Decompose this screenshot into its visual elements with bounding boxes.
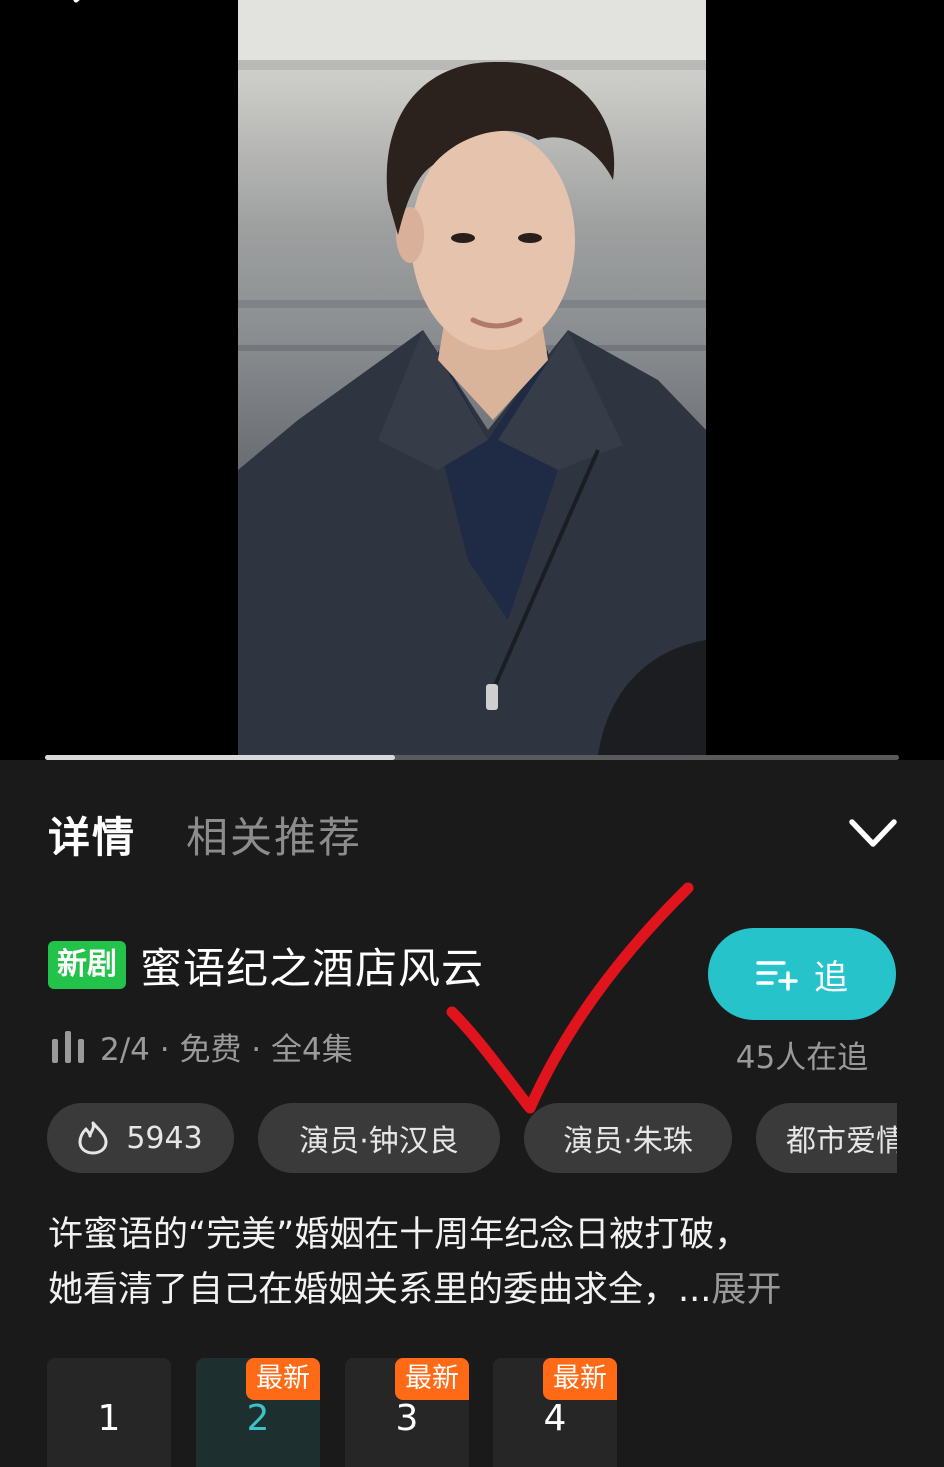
follow-button-label: 追: [814, 957, 848, 998]
video-still-image: [238, 0, 706, 755]
latest-badge: 最新: [395, 1358, 469, 1400]
actor-chip-label: 演员·朱珠: [563, 1124, 693, 1159]
description-line-2-text: 她看清了自己在婚姻关系里的委曲求全，...: [48, 1270, 712, 1310]
episode-button-current[interactable]: 最新 2: [196, 1358, 320, 1467]
show-meta: 2/4 · 免费 · 全4集: [50, 1024, 353, 1068]
episode-number: 3: [395, 1397, 419, 1439]
tab-details[interactable]: 详情: [48, 804, 136, 865]
bar-chart-icon: [52, 1031, 84, 1063]
episode-number: 4: [543, 1397, 567, 1439]
back-arrow-icon[interactable]: [62, 0, 102, 26]
flame-icon: [78, 1121, 108, 1155]
expand-link[interactable]: 展开: [711, 1270, 781, 1310]
episode-button[interactable]: 最新 4: [493, 1358, 617, 1467]
tag-chips: 5943 演员·钟汉良 演员·朱珠 都市爱情: [47, 1103, 897, 1175]
actor-chip-zhong-hanliang[interactable]: 演员·钟汉良: [258, 1103, 500, 1173]
follow-button[interactable]: 追: [708, 928, 896, 1020]
genre-chip[interactable]: 都市爱情: [756, 1103, 897, 1173]
genre-chip-label: 都市爱情: [786, 1124, 897, 1159]
add-to-list-icon: [756, 961, 798, 991]
follow-count: 45人在追: [735, 1040, 869, 1076]
description-line-1: 许蜜语的“完美”婚姻在十周年纪念日被打破，: [48, 1215, 750, 1255]
episode-number: 1: [97, 1397, 121, 1439]
video-player[interactable]: [0, 0, 944, 760]
actor-chip-zhu-zhu[interactable]: 演员·朱珠: [524, 1103, 732, 1173]
episode-number: 2: [246, 1397, 270, 1439]
latest-badge: 最新: [246, 1358, 320, 1400]
show-meta-text: 2/4 · 免费 · 全4集: [100, 1031, 353, 1068]
chevron-down-icon[interactable]: [846, 814, 900, 854]
episode-button[interactable]: 1: [47, 1358, 171, 1467]
new-show-badge: 新剧: [48, 941, 126, 989]
detail-panel: 详情 相关推荐 新剧 蜜语纪之酒店风云 2/4 · 免费 · 全4集 追 45人…: [0, 760, 944, 1467]
show-title-row: 新剧 蜜语纪之酒店风云: [48, 938, 484, 993]
actor-chip-label: 演员·钟汉良: [299, 1124, 459, 1159]
description-line-2: 她看清了自己在婚姻关系里的委曲求全，...展开: [48, 1263, 900, 1318]
episode-button[interactable]: 最新 3: [345, 1358, 469, 1467]
heat-value: 5943: [126, 1120, 203, 1156]
tab-related-recommendations[interactable]: 相关推荐: [186, 804, 362, 865]
heat-chip[interactable]: 5943: [47, 1103, 234, 1173]
show-title: 蜜语纪之酒店风云: [140, 943, 485, 993]
latest-badge: 最新: [543, 1358, 617, 1400]
show-description: 许蜜语的“完美”婚姻在十周年纪念日被打破， 她看清了自己在婚姻关系里的委曲求全，…: [48, 1208, 900, 1318]
detail-tabs: 详情 相关推荐: [48, 804, 362, 864]
video-frame[interactable]: [238, 0, 706, 755]
